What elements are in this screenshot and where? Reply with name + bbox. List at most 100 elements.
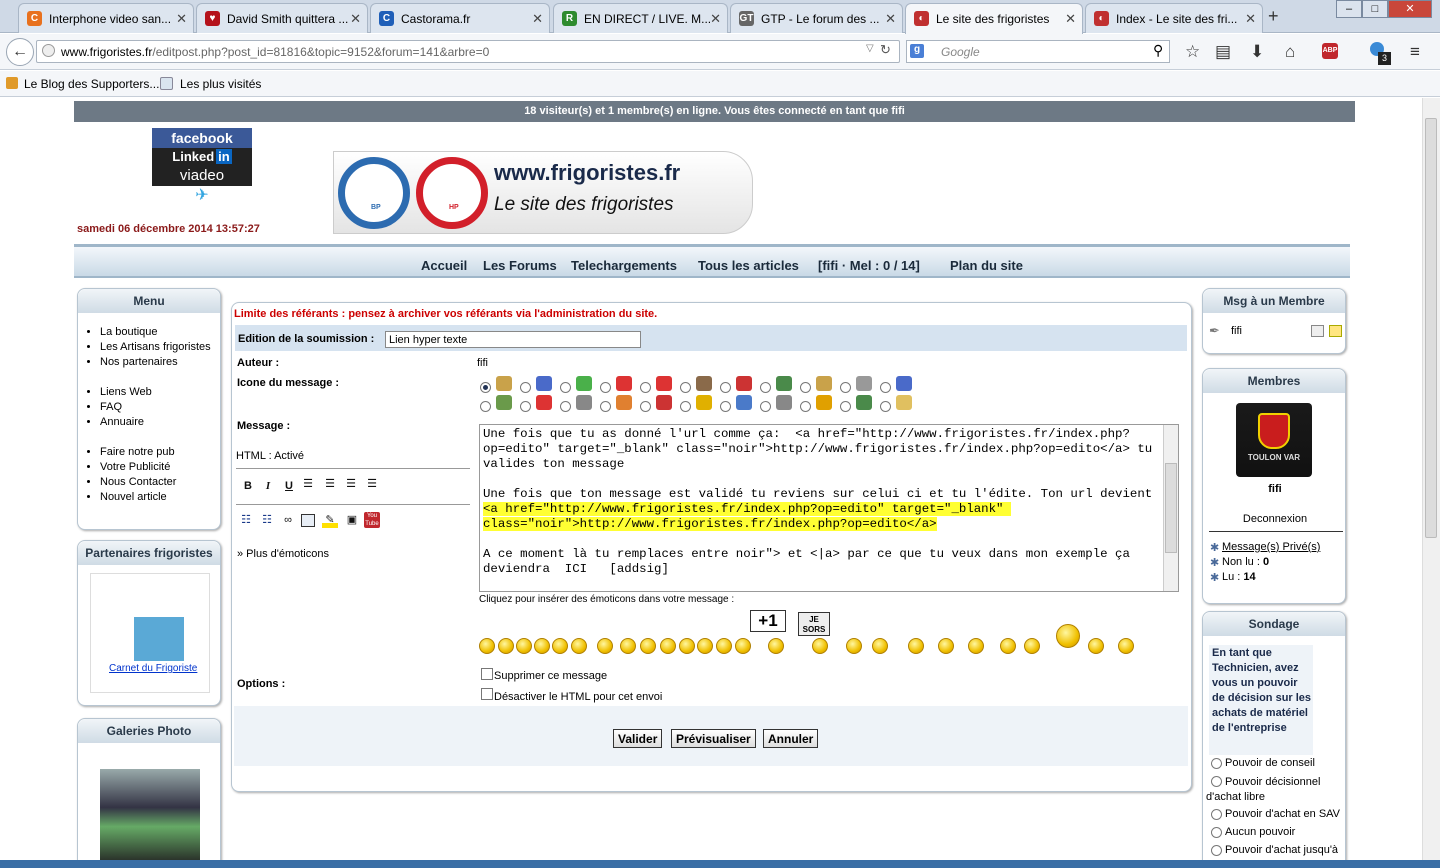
icon-radio[interactable] <box>600 401 611 412</box>
menu-item-your-ad[interactable]: Votre Publicité <box>100 460 220 475</box>
menu-item-advertise[interactable]: Faire notre pub <box>100 445 220 460</box>
back-button[interactable]: ← <box>6 38 34 66</box>
icon-radio[interactable] <box>600 382 611 393</box>
emoticon-icon[interactable] <box>938 638 954 654</box>
download-icon[interactable]: ⬇ <box>1250 42 1264 62</box>
poll-radio-1[interactable] <box>1211 758 1222 769</box>
emoticon-icon[interactable] <box>1118 638 1134 654</box>
menu-item-partners[interactable]: Nos partenaires <box>100 355 220 370</box>
emoticon-icon[interactable] <box>1024 638 1040 654</box>
preview-button[interactable]: Prévisualiser <box>671 729 756 748</box>
browser-tab-4[interactable]: R EN DIRECT / LIVE. M... ✕ <box>553 3 728 33</box>
emoticon-icon[interactable] <box>571 638 587 654</box>
emoticon-icon[interactable] <box>1088 638 1104 654</box>
icon-radio[interactable] <box>680 401 691 412</box>
emoticon-icon[interactable] <box>640 638 656 654</box>
table-icon[interactable] <box>301 514 315 527</box>
menu-item-new-article[interactable]: Nouvel article <box>100 490 220 505</box>
tab-close-icon[interactable]: ✕ <box>1245 11 1256 27</box>
menu-item-shop[interactable]: La boutique <box>100 325 220 340</box>
justify-icon[interactable]: ☰ <box>364 476 380 492</box>
viadeo-logo[interactable]: viadeo <box>152 166 252 186</box>
dropdown-icon[interactable]: ▽ <box>866 43 874 54</box>
code-icon[interactable]: ▣ <box>344 512 360 528</box>
menu-item-links[interactable]: Liens Web <box>100 385 220 400</box>
browser-tab-6[interactable]: ◐ Le site des frigoristes ✕ <box>905 3 1083 34</box>
validate-button[interactable]: Valider <box>613 729 663 748</box>
bookmark-star-icon[interactable]: ☆ <box>1185 42 1200 62</box>
emoticon-icon[interactable] <box>620 638 636 654</box>
page-scrollbar-thumb[interactable] <box>1425 118 1437 538</box>
icon-radio[interactable] <box>520 401 531 412</box>
nav-articles[interactable]: Tous les articles <box>698 258 799 273</box>
browser-tab-7[interactable]: ◐ Index - Le site des fri... ✕ <box>1085 3 1263 33</box>
browser-tab-5[interactable]: GT GTP - Le forum des ... ✕ <box>730 3 903 33</box>
emoticon-icon[interactable] <box>846 638 862 654</box>
message-textarea[interactable]: Une fois que tu as donné l'url comme ça:… <box>479 424 1179 592</box>
adblock-icon[interactable]: ABP <box>1322 43 1338 59</box>
align-center-icon[interactable]: ☰ <box>322 476 338 492</box>
search-input[interactable]: Google <box>906 40 1170 63</box>
menu-item-faq[interactable]: FAQ <box>100 400 220 415</box>
italic-button[interactable]: I <box>260 478 276 494</box>
linkedin-logo[interactable]: Linked in <box>152 148 252 166</box>
poll-radio-5[interactable] <box>1211 845 1222 856</box>
youtube-icon[interactable]: You Tube <box>364 512 380 528</box>
minimize-button[interactable]: – <box>1336 0 1362 18</box>
disable-html-checkbox[interactable] <box>481 688 493 700</box>
tab-close-icon[interactable]: ✕ <box>176 11 187 27</box>
send-message-icon[interactable] <box>1311 325 1324 337</box>
site-logo[interactable]: BP HP www.frigoristes.fr Le site des fri… <box>333 151 753 234</box>
menu-item-artisans[interactable]: Les Artisans frigoristes <box>100 340 220 355</box>
home-icon[interactable]: ⌂ <box>1285 42 1295 62</box>
icon-radio[interactable] <box>760 382 771 393</box>
icon-radio[interactable] <box>560 401 571 412</box>
emoticon-icon[interactable] <box>552 638 568 654</box>
icon-radio[interactable] <box>840 401 851 412</box>
icon-radio[interactable] <box>680 382 691 393</box>
subject-input[interactable] <box>385 331 641 348</box>
emoticon-icon[interactable] <box>872 638 888 654</box>
close-window-button[interactable]: ✕ <box>1388 0 1432 18</box>
icon-radio[interactable] <box>480 382 491 393</box>
reading-list-icon[interactable]: ▤ <box>1215 42 1231 62</box>
emoticon-icon[interactable] <box>716 638 732 654</box>
nav-downloads[interactable]: Telechargements <box>571 258 677 273</box>
tab-close-icon[interactable]: ✕ <box>710 11 721 27</box>
icon-radio[interactable] <box>840 382 851 393</box>
icon-radio[interactable] <box>640 401 651 412</box>
browser-tab-2[interactable]: ♥ David Smith quittera ... ✕ <box>196 3 368 33</box>
delete-checkbox[interactable] <box>481 668 493 680</box>
tab-close-icon[interactable]: ✕ <box>885 11 896 27</box>
bullet-list-icon[interactable]: ☷ <box>238 512 254 528</box>
nav-forums[interactable]: Les Forums <box>483 258 557 273</box>
twitter-icon[interactable]: ✈ <box>152 186 252 206</box>
icon-radio[interactable] <box>640 382 651 393</box>
emoticon-icon[interactable] <box>768 638 784 654</box>
icon-radio[interactable] <box>800 401 811 412</box>
poll-radio-4[interactable] <box>1211 827 1222 838</box>
nav-user-mail[interactable]: [fifi · Mel : 0 / 14] <box>818 258 920 273</box>
emoticon-icon[interactable] <box>534 638 550 654</box>
cancel-button[interactable]: Annuler <box>763 729 819 748</box>
icon-radio[interactable] <box>520 382 531 393</box>
partner-link[interactable]: Carnet du Frigoriste <box>109 663 197 674</box>
icon-radio[interactable] <box>760 401 771 412</box>
icon-radio[interactable] <box>880 401 891 412</box>
emoticon-icon[interactable] <box>968 638 984 654</box>
private-messages-link[interactable]: Message(s) Privé(s) <box>1222 541 1320 553</box>
emoticon-icon[interactable] <box>1056 624 1080 648</box>
emoticon-icon[interactable] <box>479 638 495 654</box>
icon-radio[interactable] <box>720 382 731 393</box>
align-left-icon[interactable]: ☰ <box>300 476 316 492</box>
emoticon-icon[interactable] <box>498 638 514 654</box>
icon-radio[interactable] <box>880 382 891 393</box>
avatar[interactable]: TOULON VAR <box>1236 403 1312 477</box>
bookmark-blog[interactable]: Le Blog des Supporters... <box>24 77 159 91</box>
emoticon-icon[interactable] <box>908 638 924 654</box>
emoticon-icon[interactable] <box>597 638 613 654</box>
emoticon-icon[interactable] <box>660 638 676 654</box>
more-emoticons-link[interactable]: » Plus d'émoticons <box>237 548 329 560</box>
plus-one-sign[interactable]: +1 <box>750 610 786 632</box>
bookmark-most-visited[interactable]: Les plus visités <box>180 77 261 91</box>
